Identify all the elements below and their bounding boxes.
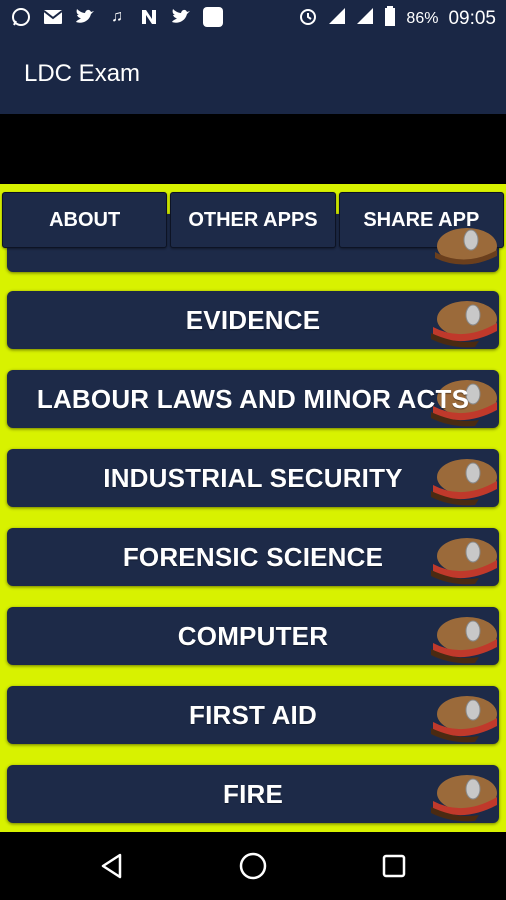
- whatsapp-icon: [10, 6, 32, 28]
- list-item-label: FIRST AID: [189, 699, 317, 730]
- banner-area: [0, 114, 506, 184]
- signal-icon: [356, 7, 374, 30]
- news-icon: [138, 6, 160, 28]
- list-item-label: FORENSIC SCIENCE: [122, 541, 384, 572]
- battery-percent: 86%: [406, 9, 439, 27]
- list-item[interactable]: LABOUR LAWS AND MINOR ACTS: [7, 370, 499, 428]
- signal-icon: [328, 7, 346, 30]
- list-item-label: FIRE: [222, 778, 284, 809]
- clock: 09:05: [448, 7, 496, 29]
- app-title: LDC Exam: [24, 60, 141, 87]
- list-item[interactable]: FORENSIC SCIENCE: [7, 528, 499, 586]
- system-indicators: 86% 09:05: [298, 6, 496, 31]
- battery-icon: [384, 6, 396, 31]
- category-list[interactable]: EVIDENCE LABOUR LAWS AND MINOR ACTS INDU…: [0, 184, 506, 832]
- navigation-bar: [0, 832, 506, 900]
- list-item[interactable]: FIRE: [7, 765, 499, 823]
- alarm-icon: [298, 6, 318, 31]
- list-item[interactable]: FIRST AID: [7, 686, 499, 744]
- notification-icons: ♫: [10, 6, 224, 28]
- list-item-label: [7, 214, 499, 272]
- mail-icon: [42, 6, 64, 28]
- app-bar: LDC Exam: [0, 36, 506, 114]
- status-bar: ♫ 86% 09:05: [0, 0, 506, 36]
- home-icon[interactable]: [237, 850, 269, 882]
- back-icon[interactable]: [96, 850, 128, 882]
- list-item-label: COMPUTER: [177, 620, 329, 651]
- list-item-label: LABOUR LAWS AND MINOR ACTS: [36, 383, 470, 414]
- list-item[interactable]: [7, 214, 499, 272]
- recents-icon[interactable]: [378, 850, 410, 882]
- content-area[interactable]: EVIDENCE LABOUR LAWS AND MINOR ACTS INDU…: [0, 184, 506, 832]
- music-icon: ♫: [111, 8, 123, 25]
- list-item[interactable]: EVIDENCE: [7, 291, 499, 349]
- list-item-label: EVIDENCE: [185, 304, 321, 335]
- twitter-icon: [74, 6, 96, 28]
- list-item-label: INDUSTRIAL SECURITY: [103, 462, 403, 493]
- app-icon: [202, 6, 224, 28]
- list-item[interactable]: INDUSTRIAL SECURITY: [7, 449, 499, 507]
- list-item[interactable]: COMPUTER: [7, 607, 499, 665]
- twitter-icon: [170, 6, 192, 28]
